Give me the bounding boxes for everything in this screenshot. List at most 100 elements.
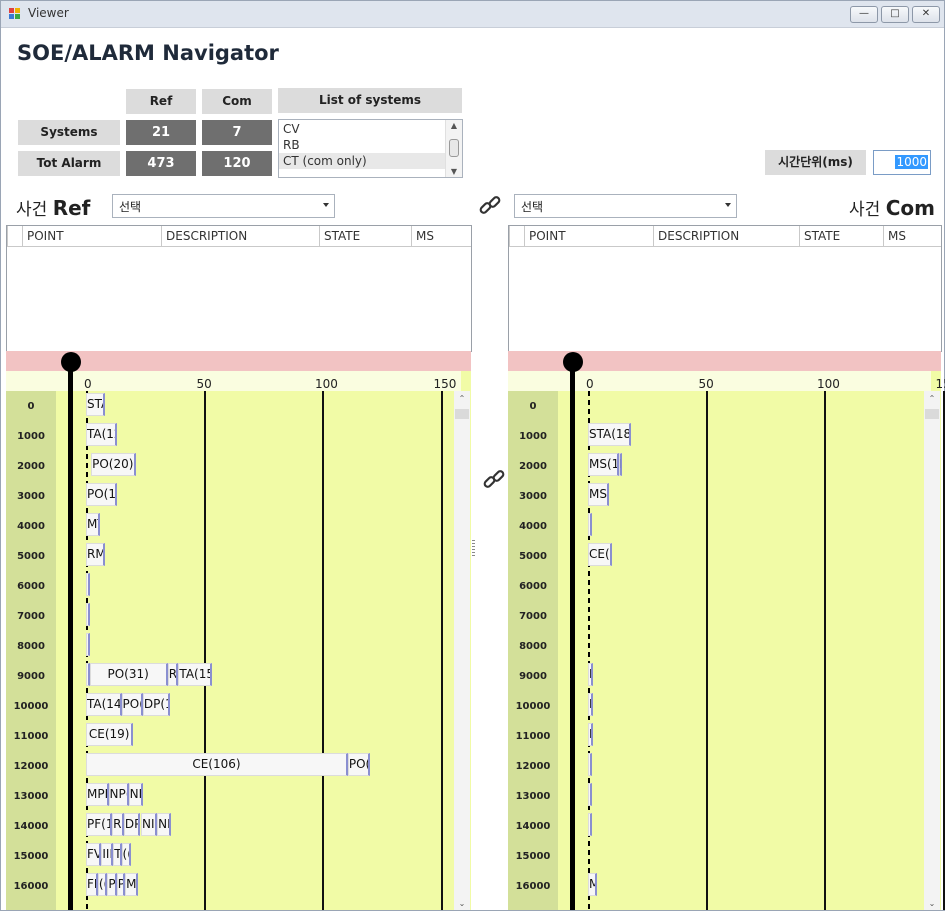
- com-event-bar[interactable]: MS(1: [588, 453, 619, 476]
- window-title: Viewer: [28, 6, 69, 20]
- scroll-up-icon[interactable]: ⌃: [454, 394, 470, 403]
- time-unit-input[interactable]: 1000: [873, 150, 931, 175]
- scroll-down-icon[interactable]: ⌄: [924, 899, 940, 908]
- com-event-select[interactable]: 선택: [514, 194, 737, 218]
- ref-event-bar[interactable]: ((: [97, 873, 108, 896]
- com-event-grid[interactable]: POINT DESCRIPTION STATE MS: [508, 225, 942, 352]
- ref-event-bar[interactable]: PO(31): [89, 663, 168, 686]
- com-timeline-scrollbar[interactable]: ⌃ ⌄: [924, 391, 940, 910]
- systems-listbox[interactable]: CV RB CT (com only) ▲ ▼: [278, 119, 463, 178]
- ref-cursor-handle[interactable]: [61, 352, 81, 372]
- com-cursor-handle[interactable]: [563, 352, 583, 372]
- com-event-bar[interactable]: I: [588, 753, 592, 776]
- ref-event-bar[interactable]: IIP: [101, 843, 114, 866]
- com-col-description[interactable]: DESCRIPTION: [653, 226, 799, 246]
- ref-event-bar[interactable]: PO(12: [86, 483, 117, 506]
- tot-alarm-row-label: Tot Alarm: [18, 151, 120, 176]
- scroll-thumb[interactable]: [449, 139, 459, 157]
- com-event-bar[interactable]: R: [618, 453, 623, 476]
- ref-event-bar[interactable]: CE(106): [86, 753, 348, 776]
- ref-timeline-scrollbar[interactable]: ⌃ ⌄: [454, 391, 470, 910]
- ref-grid-header: POINT DESCRIPTION STATE MS: [7, 226, 471, 247]
- ref-event-bar[interactable]: TI: [113, 843, 122, 866]
- link-icon[interactable]: [481, 468, 507, 494]
- com-event-bar[interactable]: [588, 513, 592, 536]
- ref-col-point[interactable]: POINT: [22, 226, 161, 246]
- com-event-bar[interactable]: STA(18): [588, 423, 631, 446]
- ref-event-bar[interactable]: NI: [140, 813, 158, 836]
- ref-event-bar[interactable]: CE(19): [86, 723, 134, 746]
- ref-event-bar[interactable]: P: [116, 873, 126, 896]
- ref-row-label: 9000: [17, 671, 45, 682]
- scroll-down-icon[interactable]: ⌄: [454, 899, 470, 908]
- com-col-state[interactable]: STATE: [799, 226, 883, 246]
- com-row-label: 0: [529, 401, 537, 412]
- com-cursor-line[interactable]: [570, 371, 575, 910]
- ref-event-bar[interactable]: TA(14): [86, 693, 122, 716]
- com-scale-tick: 50: [698, 377, 714, 391]
- ref-event-bar[interactable]: NP: [157, 813, 172, 836]
- com-row-label: 4000: [519, 521, 547, 532]
- ref-event-bar[interactable]: FI: [86, 873, 98, 896]
- com-event-bar[interactable]: M: [588, 873, 598, 896]
- com-event-bar[interactable]: MS(: [588, 483, 610, 506]
- ref-col-description[interactable]: DESCRIPTION: [161, 226, 319, 246]
- ref-event-bar[interactable]: ((: [121, 843, 132, 866]
- ref-event-bar[interactable]: MT: [86, 513, 101, 536]
- close-icon: ✕: [921, 8, 931, 19]
- com-event-bar[interactable]: N: [588, 693, 593, 716]
- scroll-up-icon[interactable]: ▲: [446, 121, 462, 130]
- ref-event-bar[interactable]: PF(1: [86, 813, 113, 836]
- com-event-bar[interactable]: I: [588, 783, 592, 806]
- ref-event-bar[interactable]: TA(15: [178, 663, 212, 686]
- scroll-thumb[interactable]: [455, 409, 469, 419]
- ref-event-bar[interactable]: PF: [107, 873, 117, 896]
- ref-event-bar[interactable]: DP(1: [142, 693, 171, 716]
- ref-event-bar[interactable]: I: [86, 633, 90, 656]
- ref-event-bar[interactable]: NP(: [108, 783, 129, 806]
- ref-event-bar[interactable]: STA: [86, 393, 105, 416]
- com-col-ms[interactable]: MS: [883, 226, 941, 246]
- ref-col-ms[interactable]: MS: [411, 226, 471, 246]
- ref-event-select[interactable]: 선택: [112, 194, 335, 218]
- com-event-bar[interactable]: I: [588, 813, 592, 836]
- ref-row-label: 5000: [17, 551, 45, 562]
- scroll-thumb[interactable]: [925, 409, 939, 419]
- maximize-button[interactable]: □: [881, 6, 909, 23]
- systems-list-item[interactable]: RB: [279, 137, 445, 153]
- ref-event-bar[interactable]: MPF: [86, 783, 109, 806]
- ref-event-bar[interactable]: I: [86, 573, 90, 596]
- ref-event-bar[interactable]: DP: [123, 813, 141, 836]
- ref-event-bar[interactable]: TA(12: [86, 423, 117, 446]
- systems-list-item[interactable]: CV: [279, 121, 445, 137]
- ref-event-bar[interactable]: M: [125, 873, 139, 896]
- ref-event-bar[interactable]: RMS: [86, 543, 105, 566]
- ref-row-label: 7000: [17, 611, 45, 622]
- ref-cursor-line[interactable]: [68, 371, 73, 910]
- com-event-bar[interactable]: CE(: [588, 543, 612, 566]
- ref-event-bar[interactable]: PO(: [347, 753, 371, 776]
- ref-event-bar[interactable]: NI: [128, 783, 143, 806]
- time-unit-label: 시간단위(ms): [765, 150, 866, 175]
- alarm-com-value: 120: [202, 151, 272, 176]
- link-icon[interactable]: [477, 194, 503, 220]
- com-event-bar[interactable]: N: [588, 663, 593, 686]
- scroll-down-icon[interactable]: ▼: [446, 167, 462, 176]
- ref-event-bar[interactable]: R: [167, 663, 179, 686]
- ref-col-state[interactable]: STATE: [319, 226, 411, 246]
- ref-event-bar[interactable]: I: [86, 603, 90, 626]
- com-row-label: 15000: [515, 851, 551, 862]
- ref-event-bar[interactable]: PO(20): [90, 453, 136, 476]
- close-button[interactable]: ✕: [912, 6, 940, 23]
- systems-list-item[interactable]: CT (com only): [279, 153, 445, 169]
- ref-event-grid[interactable]: POINT DESCRIPTION STATE MS: [6, 225, 472, 352]
- ref-event-bar[interactable]: R(: [112, 813, 124, 836]
- splitter-grip[interactable]: [472, 540, 475, 556]
- scroll-up-icon[interactable]: ⌃: [924, 394, 940, 403]
- com-col-point[interactable]: POINT: [524, 226, 653, 246]
- com-event-bar[interactable]: N: [588, 723, 593, 746]
- systems-listbox-scrollbar[interactable]: ▲ ▼: [445, 120, 462, 177]
- ref-event-bar[interactable]: PO(: [121, 693, 143, 716]
- ref-event-bar[interactable]: FV: [86, 843, 102, 866]
- minimize-button[interactable]: —: [850, 6, 878, 23]
